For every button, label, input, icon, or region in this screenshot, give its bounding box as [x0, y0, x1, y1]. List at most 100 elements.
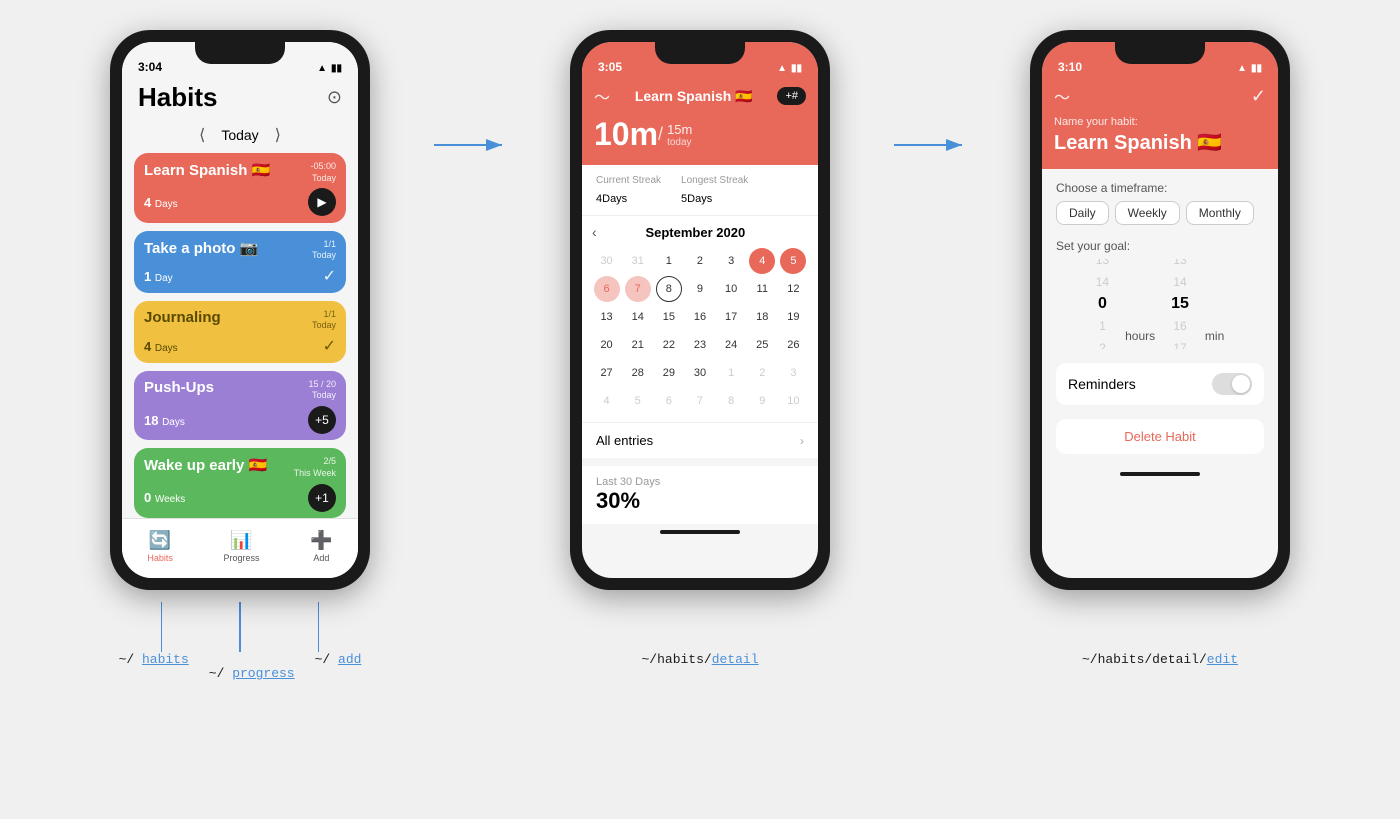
reminders-toggle[interactable]: [1212, 373, 1252, 395]
phone1: 3:04 ▲ ▮▮ Habits ⊙ ⟨ Today ⟩: [110, 30, 370, 590]
delete-habit-btn[interactable]: Delete Habit: [1056, 419, 1264, 454]
detail-sub-time: 15m: [667, 122, 692, 137]
habit-card-wake-up[interactable]: Wake up early 🇪🇸 2/5 This Week 0 Weeks +…: [134, 448, 346, 518]
date-nav: ⟨ Today ⟩: [122, 121, 358, 153]
reminders-row: Reminders: [1056, 363, 1264, 405]
picker-min-label: min: [1205, 329, 1224, 343]
time-2: 3:05: [598, 60, 622, 74]
home-indicator-2: [660, 530, 740, 534]
check-icon-journaling: ✓: [323, 336, 336, 356]
current-date: Today: [221, 127, 258, 143]
habit-card-take-photo[interactable]: Take a photo 📷 1/1 Today 1 Day ✓: [134, 231, 346, 293]
nav-progress[interactable]: 📊 Progress: [224, 530, 260, 563]
timeframe-options: Daily Weekly Monthly: [1056, 201, 1264, 225]
cal-cell: 11: [749, 276, 775, 302]
streak-row: Current Streak 4Days Longest Streak 5Day…: [582, 165, 818, 216]
cal-cell: 5: [625, 388, 651, 414]
edit-body: Choose a timeframe: Daily Weekly Monthly…: [1042, 169, 1278, 466]
goal-section: Set your goal: 13 14 0 1 2 hours: [1056, 239, 1264, 349]
habit-action-wake-up[interactable]: +1: [308, 484, 336, 512]
status-icons-1: ▲ ▮▮: [317, 63, 342, 74]
cal-cell: 31: [625, 248, 651, 274]
arrow-2-3: [890, 130, 970, 160]
habit-streak-journaling: 4 Days: [144, 339, 178, 354]
timeframe-weekly[interactable]: Weekly: [1115, 201, 1180, 225]
cal-month-title: September 2020: [645, 225, 745, 240]
habit-action-learn-spanish[interactable]: ▶: [308, 188, 336, 216]
habit-meta-learn-spanish: -05:00 Today: [310, 161, 336, 184]
checkmark-btn[interactable]: ✓: [1251, 86, 1266, 107]
longest-streak: Longest Streak 5Days: [681, 175, 748, 207]
nav-habits[interactable]: 🔄 Habits: [147, 530, 173, 563]
cal-cell: 15: [656, 304, 682, 330]
cal-cell: 17: [718, 304, 744, 330]
check-icon-take-photo: ✓: [323, 266, 336, 286]
cal-cell: 2: [749, 360, 775, 386]
battery-icon: ▮▮: [331, 63, 342, 74]
goal-picker: 13 14 0 1 2 hours 13 14 15: [1056, 259, 1264, 349]
next-date-btn[interactable]: ⟩: [275, 125, 281, 145]
habit-streak-learn-spanish: 4 Days: [144, 195, 178, 210]
route-add-link[interactable]: add: [338, 652, 361, 667]
cal-cell: 24: [718, 332, 744, 358]
arrow-svg-2: [890, 130, 970, 160]
timeframe-label: Choose a timeframe:: [1056, 181, 1264, 195]
add-nav-label: Add: [313, 553, 329, 563]
route-habits-link[interactable]: habits: [142, 652, 189, 667]
notch2: [655, 42, 745, 64]
time-3: 3:10: [1058, 60, 1082, 74]
habits-nav-icon: 🔄: [149, 530, 171, 551]
cal-cell: 3: [718, 248, 744, 274]
route-habits-label: ~/ habits: [119, 652, 189, 667]
back-btn-2[interactable]: 〜: [594, 84, 610, 108]
delete-habit-label: Delete Habit: [1124, 429, 1196, 444]
add-nav-icon: ➕: [310, 530, 332, 551]
settings-icon[interactable]: ⊙: [327, 87, 342, 108]
cal-cell: 13: [594, 304, 620, 330]
all-entries-row[interactable]: All entries ›: [582, 422, 818, 458]
habit-name-wake-up: Wake up early 🇪🇸: [144, 456, 267, 474]
habit-card-pushups[interactable]: Push-Ups 15 / 20 Today 18 Days +5: [134, 371, 346, 441]
back-btn-3[interactable]: 〜: [1054, 84, 1070, 108]
timeframe-monthly[interactable]: Monthly: [1186, 201, 1254, 225]
habit-name-journaling: Journaling: [144, 309, 221, 326]
cal-cell: 28: [625, 360, 651, 386]
current-streak-label: Current Streak: [596, 175, 661, 186]
habits-list: Learn Spanish 🇪🇸 -05:00 Today 4 Days ▶: [122, 153, 358, 518]
nav-add[interactable]: ➕ Add: [310, 530, 332, 563]
timeframe-daily[interactable]: Daily: [1056, 201, 1109, 225]
calendar-section: ‹ September 2020 30 31 1 2 3 4 5: [582, 216, 818, 422]
detail-main-time: 10m: [594, 116, 658, 153]
route-detail-link[interactable]: detail: [712, 652, 759, 667]
habits-nav-label: Habits: [147, 553, 173, 563]
status-icons-2: ▲ ▮▮: [777, 63, 802, 74]
wifi-icon: ▲: [317, 63, 327, 74]
edit-btn-2[interactable]: +#: [777, 87, 806, 105]
cal-cell: 10: [780, 388, 806, 414]
cal-cell: 1: [718, 360, 744, 386]
cal-cell-7: 7: [625, 276, 651, 302]
route-edit-link[interactable]: edit: [1207, 652, 1238, 667]
habits-header: Habits ⊙: [122, 78, 358, 121]
habit-card-learn-spanish[interactable]: Learn Spanish 🇪🇸 -05:00 Today 4 Days ▶: [134, 153, 346, 223]
calendar-grid: 30 31 1 2 3 4 5 6 7 8 9 10 11 1: [592, 248, 808, 414]
route-progress-link[interactable]: progress: [232, 666, 294, 681]
habit-name-pushups: Push-Ups: [144, 379, 214, 396]
habit-meta-pushups: 15 / 20 Today: [308, 379, 336, 402]
habit-streak-take-photo: 1 Day: [144, 269, 173, 284]
last30-section: Last 30 Days 30%: [582, 458, 818, 524]
notch3: [1115, 42, 1205, 64]
prev-date-btn[interactable]: ⟨: [199, 125, 205, 145]
longest-streak-label: Longest Streak: [681, 175, 748, 186]
wifi-icon-2: ▲: [777, 63, 787, 74]
edit-header: 〜 ✓ Name your habit: Learn Spanish 🇪🇸: [1042, 78, 1278, 169]
habit-meta-take-photo: 1/1 Today: [312, 239, 336, 262]
habit-meta-journaling: 1/1 Today: [312, 309, 336, 332]
habit-card-journaling[interactable]: Journaling 1/1 Today 4 Days ✓: [134, 301, 346, 363]
cal-prev[interactable]: ‹: [592, 224, 597, 240]
cal-cell: 14: [625, 304, 651, 330]
longest-streak-value: 5Days: [681, 186, 748, 207]
habit-action-pushups[interactable]: +5: [308, 406, 336, 434]
route-detail-label: ~/habits/detail: [641, 652, 758, 667]
last30-label: Last 30 Days: [596, 476, 804, 488]
